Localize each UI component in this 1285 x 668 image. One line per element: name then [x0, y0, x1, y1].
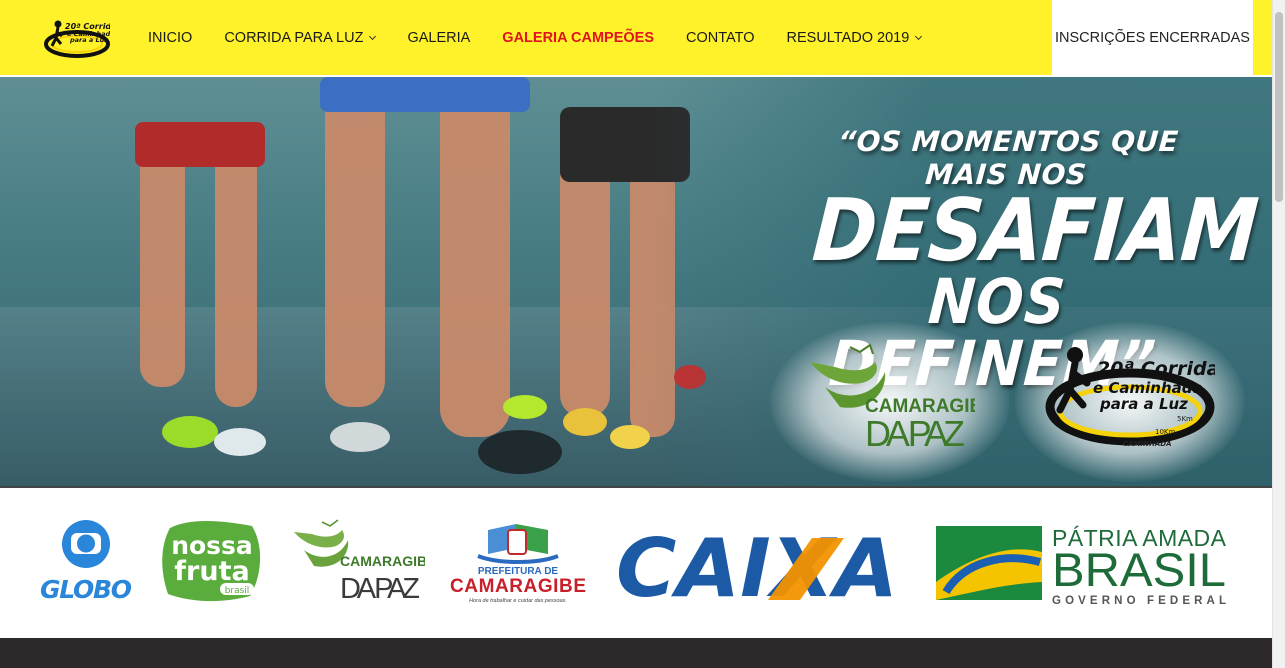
page-scrollbar[interactable]	[1272, 0, 1285, 668]
nav-inicio[interactable]: INICIO	[148, 30, 192, 46]
logo-right-km2: 10Km	[1155, 428, 1175, 436]
hero-banner: “OS MOMENTOS QUE MAIS NOS DESAFIAM NOS D…	[0, 77, 1272, 486]
nossa-fruta-line-2: fruta	[174, 556, 249, 587]
logo-line-3: para a Luz	[69, 36, 108, 44]
chevron-down-icon	[915, 32, 923, 40]
logo-left-line-2: DA PAZ	[865, 413, 965, 452]
globo-text: GLOBO	[40, 575, 132, 602]
nav-label: INICIO	[148, 29, 193, 46]
nav-label: GALERIA CAMPEÕES	[502, 29, 655, 46]
patria-amada-brasil-logo[interactable]: PÁTRIA AMADA BRASIL GOVERNO FEDERAL	[934, 522, 1234, 606]
logo-right-tag: CAMINHADA	[1123, 440, 1172, 448]
brasil-line-3: GOVERNO FEDERAL	[1052, 595, 1226, 606]
logo-right-line-1: 20ª Corrida	[1097, 358, 1215, 380]
prefeitura-line-2: CAMARAGIBE	[450, 576, 586, 597]
runners-illustration	[135, 77, 706, 474]
nav-corrida-para-luz[interactable]: CORRIDA PARA LUZ	[224, 29, 377, 46]
globo-logo[interactable]: GLOBO	[38, 518, 134, 602]
nav-label: CONTATO	[686, 29, 755, 46]
nav-label: GALERIA	[407, 29, 471, 46]
brasil-line-2: BRASIL	[1052, 543, 1226, 596]
scrollbar-thumb[interactable]	[1275, 12, 1283, 202]
registration-closed-button[interactable]: INSCRIÇÕES ENCERRADAS	[1052, 0, 1253, 75]
footer-band	[0, 638, 1272, 668]
nav-contato[interactable]: CONTATO	[686, 30, 754, 46]
nossa-fruta-logo[interactable]: nossa fruta brasil	[160, 516, 264, 604]
chevron-down-icon	[369, 32, 377, 40]
nav-resultado-2019[interactable]: RESULTADO 2019	[786, 29, 923, 46]
logo-right-km1: 5Km	[1177, 415, 1193, 423]
caixa-text: CAIXA	[616, 534, 898, 604]
quote-line-2: DESAFIAM	[809, 181, 1261, 281]
caixa-logo[interactable]: CAIXA	[612, 534, 902, 604]
sponsors-bar: GLOBO nossa fruta brasil CAMARAGIBE DA P…	[0, 486, 1272, 638]
cta-label: INSCRIÇÕES ENCERRADAS	[1055, 29, 1250, 46]
race-logo[interactable]: 20ª Corrida e Caminhada para a Luz	[44, 18, 110, 60]
main-nav: INICIO CORRIDA PARA LUZ GALERIA GALERIA …	[132, 0, 937, 75]
nav-galeria-campeoes[interactable]: GALERIA CAMPEÕES	[502, 30, 654, 46]
prefeitura-camaragibe-logo[interactable]: PREFEITURA DE CAMARAGIBE Hora de trabalh…	[448, 518, 588, 606]
nav-label: CORRIDA PARA LUZ	[224, 29, 364, 46]
nav-galeria[interactable]: GALERIA	[407, 30, 470, 46]
prefeitura-line-3: Hora de trabalhar e cuidar das pessoas.	[469, 598, 567, 604]
corrida-para-luz-logo: 20ª Corrida e Caminhada para a Luz 5Km 1…	[1045, 347, 1215, 448]
camaragibe-da-paz-sponsor-logo[interactable]: CAMARAGIBE DA PAZ	[290, 518, 425, 604]
nossa-fruta-line-3: brasil	[225, 586, 250, 596]
nav-label: RESULTADO 2019	[786, 29, 910, 46]
camaragibe-line-2: DA PAZ	[340, 573, 420, 604]
site-header: 20ª Corrida e Caminhada para a Luz INICI…	[0, 0, 1272, 75]
camaragibe-line-1: CAMARAGIBE	[340, 553, 425, 569]
logo-right-line-3: para a Luz	[1099, 395, 1188, 413]
camaragibe-da-paz-logo: CAMARAGIBE DA PAZ	[810, 343, 975, 452]
